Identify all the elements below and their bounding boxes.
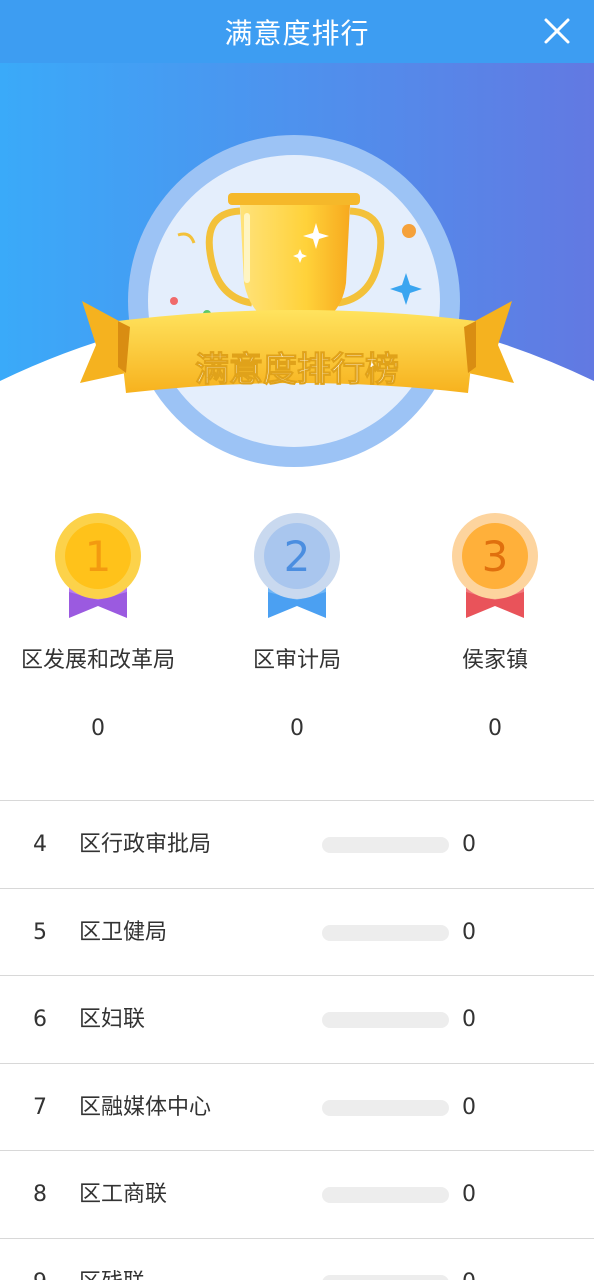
- list-item[interactable]: 7 区融媒体中心 0: [0, 1064, 594, 1151]
- list-item[interactable]: 5 区卫健局 0: [0, 889, 594, 976]
- score-progress-bar: [322, 1274, 449, 1280]
- podium-score: 0: [488, 716, 502, 741]
- gold-medal-icon: 1: [55, 513, 141, 618]
- bronze-medal-icon: 3: [452, 513, 538, 618]
- rank-number: 9: [28, 1239, 52, 1280]
- title-bar: 满意度排行: [0, 0, 594, 63]
- close-icon: [544, 18, 570, 44]
- rank-score: 0: [462, 1239, 476, 1280]
- rank-name: 区妇联: [79, 1007, 146, 1032]
- ranking-list: 4 区行政审批局 0 5 区卫健局 0 6 区妇联 0 7 区融媒体中心 0 8…: [0, 800, 594, 1280]
- podium-item-1[interactable]: 1 区发展和改革局 0: [0, 510, 198, 741]
- rank-number: 7: [33, 1094, 47, 1120]
- page-title: 满意度排行: [224, 16, 370, 50]
- rank-score: 0: [462, 1182, 476, 1207]
- list-item[interactable]: 6 区妇联 0: [0, 976, 594, 1064]
- podium-item-3[interactable]: 3 侯家镇 0: [395, 510, 594, 741]
- score-progress-bar: [322, 1012, 449, 1028]
- banner-title: 满意度排行榜: [195, 350, 399, 390]
- close-button[interactable]: [542, 16, 572, 46]
- list-item[interactable]: 4 区行政审批局 0: [0, 801, 594, 889]
- svg-text:2: 2: [284, 532, 311, 581]
- rank-number: 4: [33, 832, 47, 857]
- rank-name: 区工商联: [79, 1182, 168, 1207]
- score-progress-bar: [322, 924, 449, 941]
- trophy-icon: [128, 135, 460, 467]
- podium-name: 区审计局: [252, 648, 341, 673]
- svg-text:3: 3: [482, 532, 509, 581]
- score-progress-bar: [322, 1187, 449, 1203]
- rank-number: 5: [33, 919, 47, 945]
- rank-name: 区卫健局: [79, 919, 168, 945]
- podium-score: 0: [91, 716, 105, 741]
- list-item[interactable]: 9 区残联 0: [0, 1239, 594, 1280]
- rank-score: 0: [462, 1007, 476, 1032]
- hero-banner: 满意度排行榜: [0, 63, 594, 503]
- podium-score: 0: [290, 716, 304, 741]
- rank-score: 0: [462, 1094, 476, 1120]
- podium-name: 区发展和改革局: [20, 648, 175, 673]
- rank-name: 区残联: [79, 1239, 145, 1280]
- rank-number: 6: [33, 1007, 47, 1032]
- score-progress-bar: [322, 1099, 449, 1116]
- rank-name: 区行政审批局: [79, 832, 212, 857]
- list-item[interactable]: 8 区工商联 0: [0, 1151, 594, 1239]
- podium-item-2[interactable]: 2 区审计局 0: [197, 510, 397, 741]
- silver-medal-icon: 2: [254, 513, 340, 618]
- rank-score: 0: [462, 919, 476, 945]
- rank-number: 8: [33, 1182, 47, 1207]
- podium: 1 区发展和改革局 0 2 区审计局 0 3 侯家镇 0: [0, 510, 594, 760]
- score-progress-bar: [322, 837, 449, 853]
- rank-score: 0: [462, 832, 476, 857]
- podium-name: 侯家镇: [461, 648, 528, 673]
- svg-text:1: 1: [85, 532, 112, 581]
- rank-name: 区融媒体中心: [79, 1094, 212, 1120]
